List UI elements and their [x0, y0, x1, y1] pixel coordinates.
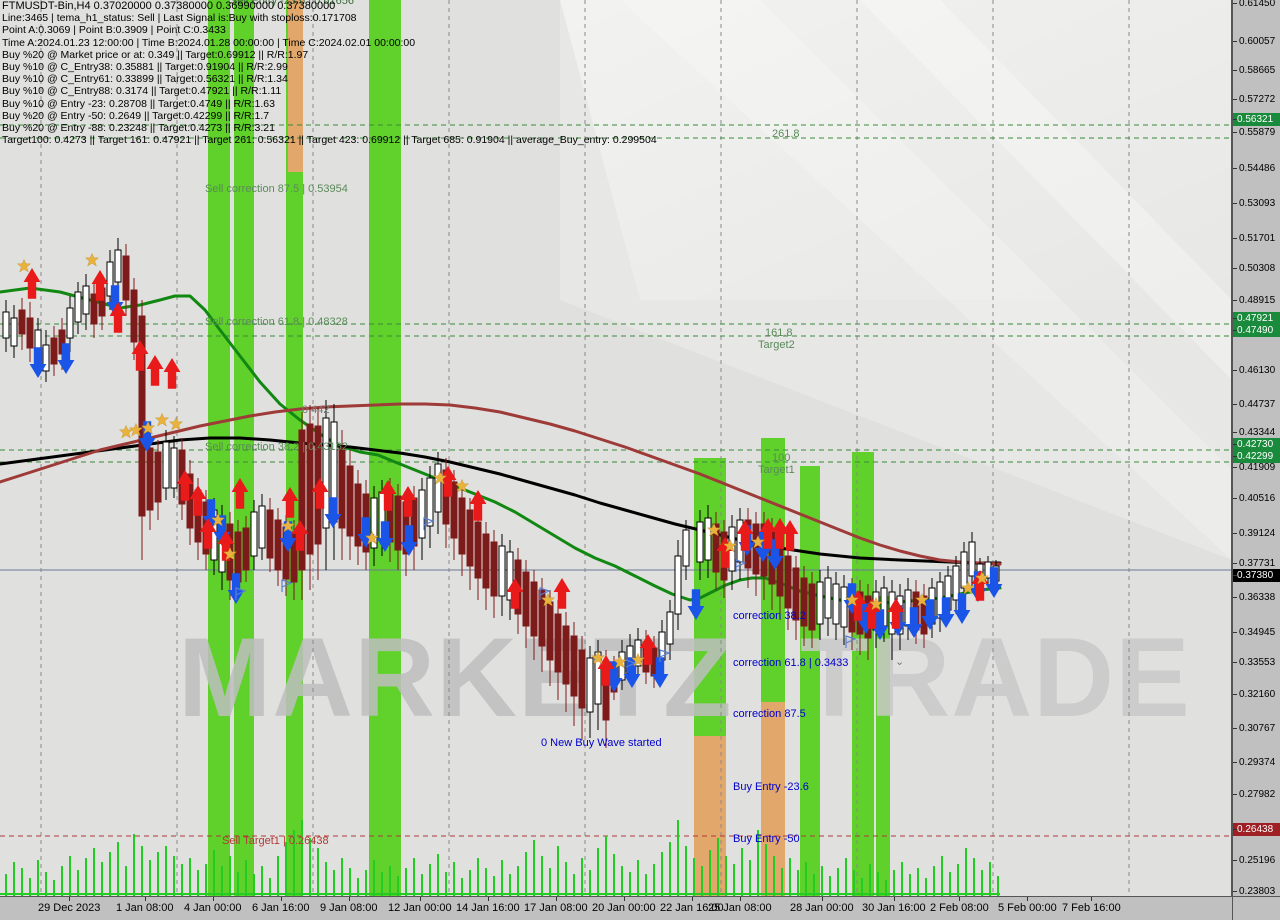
price-tick-4: 0.56321 — [1233, 113, 1280, 126]
price-tick-25: 0.33553 — [1233, 656, 1280, 669]
sell-target1: Sell Target1 | 0.26438 — [222, 835, 329, 847]
price-tick-18: 0.41909 — [1233, 461, 1280, 474]
price-tick-2: 0.58665 — [1233, 64, 1280, 77]
correction-87: correction 87.5 — [733, 708, 806, 720]
time-tick-12: 30 Jan 16:00 — [862, 897, 926, 914]
price-tick-5: 0.55879 — [1233, 126, 1280, 139]
price-tick-32: 0.23803 — [1233, 885, 1280, 896]
target2-label: Target2 — [758, 339, 795, 351]
price-tick-22: 0.37380 — [1233, 569, 1280, 582]
fib-261: 261.8 — [772, 128, 800, 140]
axis-corner — [1232, 896, 1280, 920]
price-tick-28: 0.29374 — [1233, 756, 1280, 769]
chart-plot-area[interactable]: MARKETZ TRADE FTMUSDT-Bin,H4 0.37020000 … — [0, 0, 1232, 896]
time-tick-1: 1 Jan 08:00 — [116, 897, 174, 914]
time-tick-10: 25 Jan 08:00 — [708, 897, 772, 914]
time-tick-15: 7 Feb 16:00 — [1062, 897, 1121, 914]
target1-label: Target1 — [758, 464, 795, 476]
chart-canvas: MARKETZ TRADE — [0, 0, 1231, 896]
price-tick-14: 0.44737 — [1233, 398, 1280, 411]
time-tick-4: 9 Jan 08:00 — [320, 897, 378, 914]
chart-window: MARKETZ TRADE FTMUSDT-Bin,H4 0.37020000 … — [0, 0, 1280, 920]
correction-61: correction 61.8 | 0.3433 — [733, 657, 849, 669]
time-tick-7: 17 Jan 08:00 — [524, 897, 588, 914]
price-scale[interactable]: 0.61450 0.60057 0.58665 0.57272 0.56321 0.558… — [1232, 0, 1280, 896]
sell-correction-87: Sell correction 87.5 | 0.53954 — [205, 183, 348, 195]
time-tick-8: 20 Jan 00:00 — [592, 897, 656, 914]
price-tick-26: 0.32160 — [1233, 688, 1280, 701]
price-tick-10: 0.48915 — [1233, 294, 1280, 307]
time-scale[interactable]: 29 Dec 2023 1 Jan 08:00 4 Jan 00:00 6 Jan 1… — [0, 896, 1232, 920]
price-tick-8: 0.51701 — [1233, 232, 1280, 245]
time-tick-11: 28 Jan 00:00 — [790, 897, 854, 914]
time-tick-6: 14 Jan 16:00 — [456, 897, 520, 914]
price-tick-30: 0.26438 — [1233, 823, 1280, 836]
price-tick-19: 0.40516 — [1233, 492, 1280, 505]
correction-38: correction 38.2 — [733, 610, 806, 622]
buy-entry-50: Buy Entry -50 — [733, 833, 800, 845]
price-tick-31: 0.25196 — [1233, 854, 1280, 867]
time-tick-2: 4 Jan 00:00 — [184, 897, 242, 914]
time-tick-3: 6 Jan 16:00 — [252, 897, 310, 914]
time-tick-13: 2 Feb 08:00 — [930, 897, 989, 914]
price-tick-24: 0.34945 — [1233, 626, 1280, 639]
buy-entry-236: Buy Entry -23.6 — [733, 781, 809, 793]
fib-100: 100 — [772, 452, 791, 464]
sell-correction-38: Sell correction 38.2 | 0.43162 — [205, 441, 348, 453]
time-tick-14: 5 Feb 00:00 — [998, 897, 1057, 914]
clipped-sell-entry-label: Sell Entry -23.6 | 0.61656 — [230, 0, 354, 7]
price-tick-29: 0.27982 — [1233, 788, 1280, 801]
price-tick-23: 0.36338 — [1233, 591, 1280, 604]
new-buy-wave: 0 New Buy Wave started — [541, 737, 662, 749]
price-tick-27: 0.30767 — [1233, 722, 1280, 735]
price-tick-12: 0.47490 — [1233, 324, 1280, 337]
pivot-marker: ⌄ — [895, 656, 905, 668]
time-tick-5: 12 Jan 00:00 — [388, 897, 452, 914]
price-tick-7: 0.53093 — [1233, 197, 1280, 210]
svg-text:MARKETZ: MARKETZ — [178, 615, 732, 740]
sell-correction-61: Sell correction 61.8 | 0.48328 — [205, 316, 348, 328]
price-tick-6: 0.54486 — [1233, 162, 1280, 175]
price-tick-13: 0.46130 — [1233, 364, 1280, 377]
price-tick-3: 0.57272 — [1233, 93, 1280, 106]
price-tick-1: 0.60057 — [1233, 35, 1280, 48]
price-tag-0442: 0.442 — [302, 404, 330, 416]
fib-161: 161.8 — [765, 327, 793, 339]
price-tick-20: 0.39124 — [1233, 527, 1280, 540]
volume-histogram — [5, 820, 999, 896]
price-tick-9: 0.50308 — [1233, 262, 1280, 275]
price-tick-0: 0.61450 — [1233, 0, 1280, 10]
time-tick-0: 29 Dec 2023 — [38, 897, 101, 914]
